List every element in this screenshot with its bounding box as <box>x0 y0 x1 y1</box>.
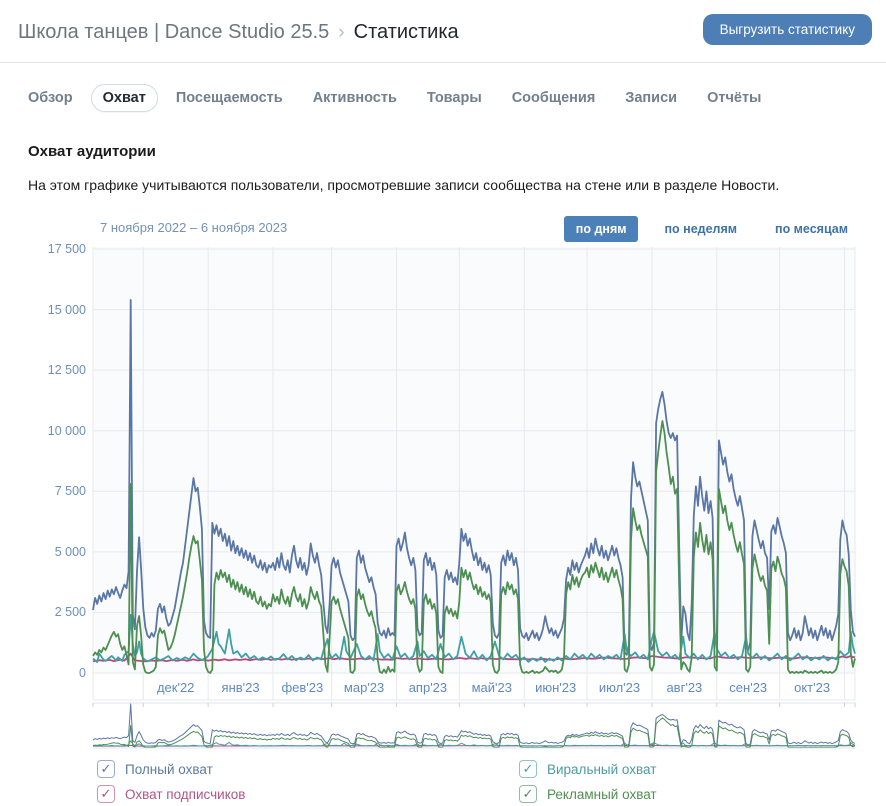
date-range-label[interactable]: 7 ноября 2022 – 6 ноября 2023 <box>100 220 287 235</box>
legend-item-Охват подписчиков[interactable]: ✓ Охват подписчиков <box>97 782 519 806</box>
x-axis-label: янв'23 <box>221 680 260 695</box>
x-axis-label: май'23 <box>471 680 512 695</box>
tab-Отчёты[interactable]: Отчёты <box>695 84 773 112</box>
x-axis-label: дек'22 <box>156 680 195 695</box>
legend-item-Виральный охват[interactable]: ✓ Виральный охват <box>519 757 839 781</box>
chart-legend: ✓ Полный охват ✓ Охват подписчиков ✓ Виральны… <box>97 757 839 806</box>
mini-chart-brush[interactable] <box>93 703 855 748</box>
tab-Охват[interactable]: Охват <box>90 84 158 112</box>
y-axis-label: 10 000 <box>47 423 86 438</box>
legend-label: Охват подписчиков <box>125 786 246 802</box>
chevron-right-icon: › <box>338 22 345 43</box>
x-axis-label: мар'23 <box>343 680 385 695</box>
statistics-tabs: Обзор Охват Посещаемость Активность Товары Со… <box>16 84 779 112</box>
mode-по неделям[interactable]: по неделям <box>652 216 749 242</box>
tab-Обзор[interactable]: Обзор <box>16 84 85 112</box>
y-axis-label: 0 <box>79 666 86 680</box>
y-axis-label: 5 000 <box>54 544 86 559</box>
x-axis-label: июл'23 <box>598 680 641 695</box>
legend-checkbox[interactable]: ✓ <box>519 785 537 803</box>
mode-по дням[interactable]: по дням <box>563 216 639 242</box>
breadcrumb: Школа танцев | Dance Studio 25.5 › Статист… <box>18 17 459 48</box>
section-description: На этом графике учитываются пользователи… <box>28 177 780 193</box>
legend-checkbox[interactable]: ✓ <box>97 785 115 803</box>
granularity-switcher: по дням по неделям по месяцам <box>550 216 860 242</box>
legend-item-Рекламный охват[interactable]: ✓ Рекламный охват <box>519 782 839 806</box>
main-chart-plot-area[interactable] <box>93 247 855 673</box>
x-axis-label: фев'23 <box>281 680 324 695</box>
legend-label: Рекламный охват <box>547 786 657 802</box>
y-axis-label: 7 500 <box>54 484 86 499</box>
tab-Товары[interactable]: Товары <box>415 84 494 112</box>
legend-label: Полный охват <box>125 761 213 777</box>
y-axis-label: 2 500 <box>54 605 86 620</box>
y-axis-label: 15 000 <box>47 302 86 317</box>
x-axis-label: июн'23 <box>535 680 577 695</box>
section-title: Охват аудитории <box>28 143 156 160</box>
x-axis-label: окт'23 <box>794 680 831 695</box>
legend-label: Виральный охват <box>547 761 657 777</box>
x-axis-label: авг'23 <box>666 680 703 695</box>
tab-Посещаемость[interactable]: Посещаемость <box>164 84 295 112</box>
tab-Активность[interactable]: Активность <box>301 84 409 112</box>
legend-checkbox[interactable]: ✓ <box>519 760 537 778</box>
tab-Сообщения[interactable]: Сообщения <box>500 84 608 112</box>
legend-item-Полный охват[interactable]: ✓ Полный охват <box>97 757 519 781</box>
legend-checkbox[interactable]: ✓ <box>97 760 115 778</box>
header-divider <box>0 62 886 63</box>
y-axis-label: 17 500 <box>47 242 86 256</box>
x-axis-label: сен'23 <box>729 680 768 695</box>
mode-по месяцам[interactable]: по месяцам <box>763 216 860 242</box>
x-axis-label: апр'23 <box>408 680 448 695</box>
page-title: Статистика <box>353 21 459 43</box>
tab-Записи[interactable]: Записи <box>613 84 689 112</box>
y-axis-label: 12 500 <box>47 363 86 378</box>
export-statistics-button[interactable]: Выгрузить статистику <box>702 14 872 45</box>
community-name[interactable]: Школа танцев | Dance Studio 25.5 <box>18 21 329 43</box>
